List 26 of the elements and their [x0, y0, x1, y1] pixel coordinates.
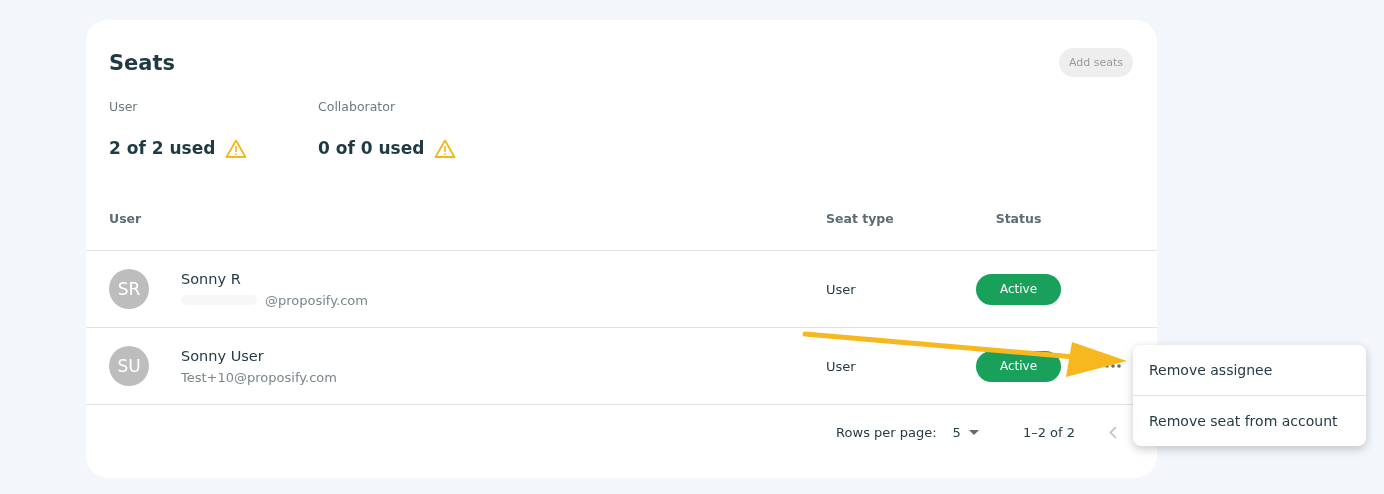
user-name: Sonny R [181, 270, 242, 287]
column-header: Seat type [826, 210, 895, 226]
avatar: SU [109, 346, 149, 386]
rows-per-page-select[interactable]: 5 [952, 424, 979, 440]
user-email: Test+10@proposify.com [181, 369, 337, 385]
seat-type: User [826, 358, 857, 374]
caret-icon [968, 429, 979, 435]
seat-category-label: User [109, 99, 139, 114]
menu-item[interactable]: Remove assignee [1133, 345, 1366, 395]
menu-item[interactable]: Remove seat from account [1133, 395, 1366, 446]
avatar: SR [109, 269, 149, 309]
seat-type: User [826, 281, 857, 297]
warning-icon [225, 138, 248, 158]
rows-per-page-label: Rows per page: [836, 424, 937, 440]
warning-icon [434, 138, 457, 158]
column-header: User [109, 210, 143, 226]
column-header: Status [994, 210, 1043, 226]
more-icon[interactable] [1105, 364, 1121, 368]
seat-usage: 0 of 0 used [318, 138, 425, 158]
seat-usage: 2 of 2 used [109, 138, 216, 158]
user-name: Sonny User [181, 347, 265, 364]
card-title: Seats [109, 50, 176, 75]
seat-category-label: Collaborator [318, 99, 397, 114]
page-range: 1–2 of 2 [1022, 424, 1075, 440]
status-badge: Active [976, 273, 1061, 305]
user-email: @proposify.com [265, 292, 368, 308]
